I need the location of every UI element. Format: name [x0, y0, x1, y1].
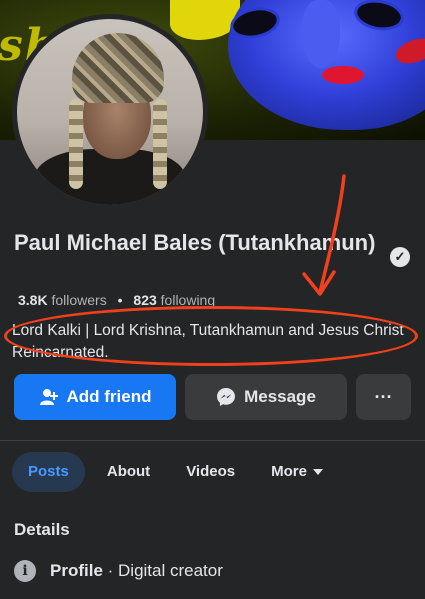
more-options-button[interactable]: ··· [356, 374, 411, 420]
message-button[interactable]: Message [185, 374, 347, 420]
cover-figure-lips [322, 66, 364, 84]
tab-videos[interactable]: Videos [174, 452, 247, 492]
following-label[interactable]: following [161, 292, 215, 308]
avatar-photo [17, 19, 203, 205]
tab-more-label: More [271, 463, 307, 480]
profile-bio: Lord Kalki | Lord Krishna, Tutankhamun a… [12, 322, 404, 361]
verified-badge-icon: ✓ [390, 247, 410, 267]
add-friend-button[interactable]: Add friend [14, 374, 176, 420]
avatar-hat [72, 33, 164, 103]
profile-detail-row: Profile · Digital creator [50, 561, 223, 581]
cover-figure-nose [302, 0, 340, 68]
add-person-icon [39, 388, 59, 406]
caret-down-icon [312, 469, 323, 476]
avatar-hat-braid [69, 99, 83, 189]
tab-more[interactable]: More [259, 452, 335, 492]
profile-stats: 3.8K followers • 823 following [18, 292, 215, 308]
profile-avatar[interactable] [12, 14, 208, 210]
followers-label[interactable]: followers [51, 292, 106, 308]
profile-detail-value: · Digital creator [102, 561, 223, 580]
section-divider [0, 440, 425, 441]
info-icon: i [14, 560, 36, 582]
messenger-icon [216, 387, 236, 407]
annotation-arrow-icon [302, 174, 346, 296]
followers-count[interactable]: 3.8K [18, 292, 48, 308]
avatar-hat-braid [153, 99, 167, 189]
message-label: Message [244, 387, 316, 406]
profile-detail-label: Profile [50, 561, 103, 580]
separator-dot: • [117, 292, 123, 308]
following-count[interactable]: 823 [133, 292, 156, 308]
more-dots-icon: ··· [374, 386, 393, 407]
details-heading: Details [14, 520, 70, 539]
tab-about[interactable]: About [95, 452, 162, 492]
tab-posts[interactable]: Posts [12, 452, 85, 492]
profile-tabs: Posts About Videos More [12, 452, 347, 492]
add-friend-label: Add friend [66, 387, 152, 406]
